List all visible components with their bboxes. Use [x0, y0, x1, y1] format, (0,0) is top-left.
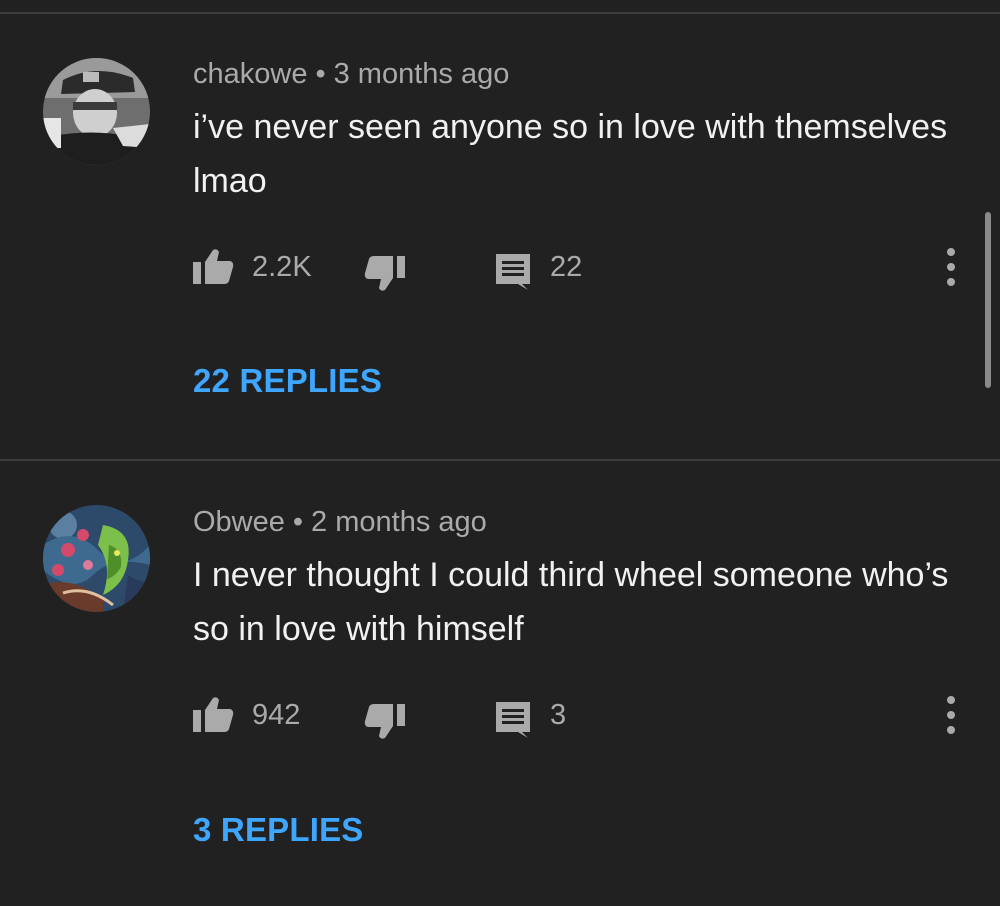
more-vertical-icon [947, 248, 955, 286]
author-name[interactable]: Obwee [193, 506, 285, 538]
reply-button[interactable] [494, 698, 532, 738]
thumbs-down-icon [364, 256, 405, 291]
comment-actions: 2.2K 22 [0, 248, 1000, 291]
comment-text: i’ve never seen anyone so in love with t… [193, 108, 948, 200]
author-name[interactable]: chakowe [193, 58, 307, 90]
like-button[interactable] [193, 696, 235, 736]
comment-text: I never thought I could third wheel some… [193, 556, 949, 648]
reply-count: 3 [550, 699, 567, 731]
thumbs-down-icon [364, 704, 405, 739]
comment-thread: chakowe • 3 months ago i’ve never seen any… [0, 0, 1000, 459]
view-replies-link[interactable]: 3 REPLIES [193, 811, 364, 849]
like-button[interactable] [193, 248, 235, 288]
avatar[interactable] [43, 58, 150, 165]
scrollbar[interactable] [985, 212, 991, 388]
comment-meta: Obwee • 2 months ago [193, 506, 487, 539]
view-replies-link[interactable]: 22 REPLIES [193, 362, 382, 400]
meta-separator: • [292, 506, 304, 538]
dislike-button[interactable] [363, 252, 405, 292]
dislike-button[interactable] [363, 700, 405, 740]
thumbs-up-icon [193, 697, 234, 732]
comment-time[interactable]: 2 months ago [311, 506, 487, 538]
more-options-button[interactable] [935, 696, 967, 736]
comment-time[interactable]: 3 months ago [334, 58, 510, 90]
reply-button[interactable] [494, 250, 532, 290]
like-count: 942 [252, 699, 301, 731]
reply-count: 22 [550, 251, 583, 283]
avatar[interactable] [43, 505, 150, 612]
comment-actions: 942 3 [0, 696, 1000, 739]
comment-icon [496, 702, 530, 738]
comment-meta: chakowe • 3 months ago [193, 58, 509, 91]
meta-separator: • [315, 58, 326, 90]
more-vertical-icon [947, 696, 955, 734]
comment-icon [496, 254, 530, 290]
thumbs-up-icon [193, 249, 234, 284]
comment-thread: Obwee • 2 months ago I never thought I cou… [0, 461, 1000, 906]
more-options-button[interactable] [935, 248, 967, 288]
like-count: 2.2K [252, 251, 312, 283]
